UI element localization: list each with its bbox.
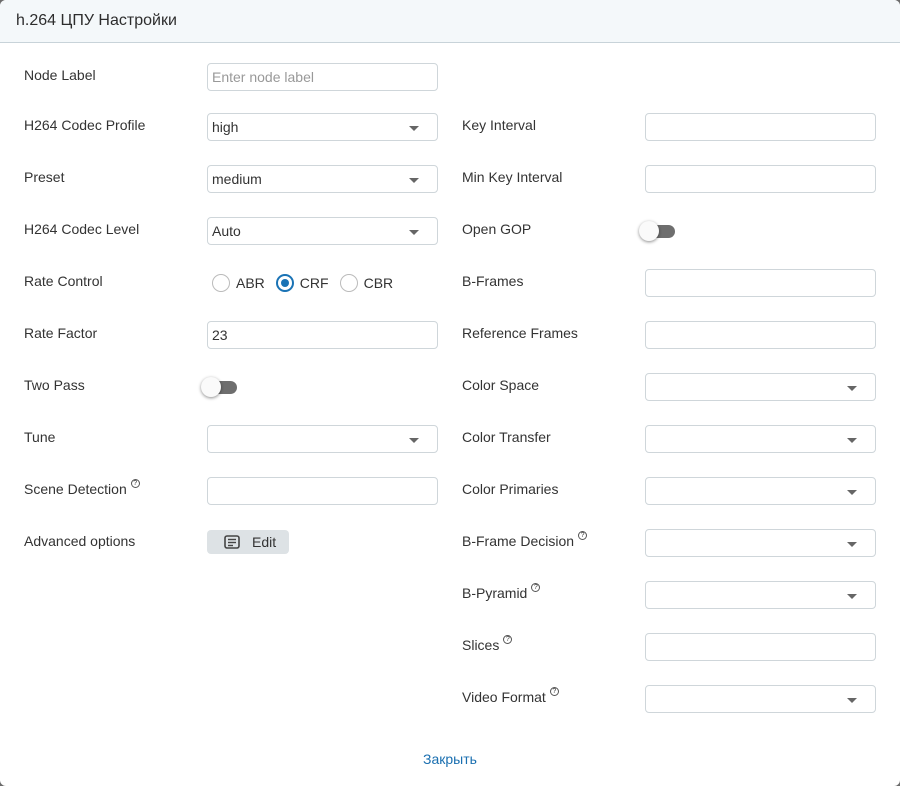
codec-profile-value: high [212,119,239,135]
rate-control-label: Rate Control [24,273,103,289]
node-label-label: Node Label [24,67,96,83]
scene-detection-input[interactable] [207,477,438,505]
radio-icon [339,274,358,292]
chevron-down-icon [409,126,419,131]
toggle-knob [201,377,221,397]
codec-profile-label: H264 Codec Profile [24,117,146,133]
video-format-text: Video Format [462,689,546,705]
tune-label: Tune [24,429,56,445]
rate-factor-input[interactable] [207,321,438,349]
reference-frames-input[interactable] [645,321,876,349]
b-frame-decision-select[interactable] [645,529,876,557]
rate-control-cbr[interactable]: CBR [335,274,394,292]
preset-select[interactable]: medium [207,165,438,193]
color-space-label: Color Space [462,377,540,393]
advanced-options-label: Advanced options [24,533,136,549]
chevron-down-icon [847,698,857,703]
dialog-title: h.264 ЦПУ Настройки [16,12,177,29]
min-key-interval-input[interactable] [645,165,876,193]
codec-level-select[interactable]: Auto [207,217,438,245]
close-button[interactable]: Закрыть [0,751,900,767]
color-transfer-select[interactable] [645,425,876,453]
color-transfer-label: Color Transfer [462,429,551,445]
video-format-label: Video Format ? [462,687,559,705]
rate-control-crf[interactable]: CRF [271,274,329,292]
chevron-down-icon [409,178,419,183]
two-pass-toggle[interactable] [201,377,237,397]
question-circle-icon[interactable]: ? [130,479,140,488]
b-frame-decision-label: B-Frame Decision ? [462,531,588,549]
preset-value: medium [212,171,262,187]
toggle-knob [639,221,659,241]
question-circle-icon[interactable]: ? [578,531,588,540]
radio-icon [212,274,230,292]
scene-detection-text: Scene Detection [24,481,127,497]
tune-select[interactable] [207,425,438,453]
question-circle-icon[interactable]: ? [503,635,513,644]
chevron-down-icon [409,438,419,443]
radio-label: CRF [299,275,329,291]
rate-factor-label: Rate Factor [24,325,98,341]
key-interval-label: Key Interval [462,117,536,133]
slices-label: Slices ? [462,635,513,653]
edit-button-label: Edit [252,534,277,550]
chevron-down-icon [847,386,857,391]
radio-selected-icon [275,274,294,292]
slices-input[interactable] [645,633,876,661]
color-space-select[interactable] [645,373,876,401]
settings-dialog: h.264 ЦПУ Настройки Node Label H264 Code… [0,0,900,786]
video-format-select[interactable] [645,685,876,713]
chevron-down-icon [847,594,857,599]
two-pass-label: Two Pass [24,377,85,393]
node-label-input[interactable] [207,63,438,91]
chevron-down-icon [409,230,419,235]
open-gop-toggle[interactable] [639,221,675,241]
scene-detection-label: Scene Detection ? [24,479,140,497]
codec-level-label: H264 Codec Level [24,221,140,237]
b-frames-input[interactable] [645,269,876,297]
color-primaries-select[interactable] [645,477,876,505]
preset-label: Preset [24,169,65,185]
dialog-header: h.264 ЦПУ Настройки [0,0,900,43]
key-interval-input[interactable] [645,113,876,141]
radio-label: CBR [363,275,394,291]
codec-level-value: Auto [212,223,241,239]
color-primaries-label: Color Primaries [462,481,559,497]
chevron-down-icon [847,438,857,443]
b-pyramid-select[interactable] [645,581,876,609]
chevron-down-icon [847,542,857,547]
rate-control-abr[interactable]: ABR [207,274,265,292]
reference-frames-label: Reference Frames [462,325,578,341]
question-circle-icon[interactable]: ? [549,687,559,696]
radio-label: ABR [236,275,265,291]
notes-icon [224,535,240,549]
edit-button[interactable]: Edit [207,530,289,554]
rate-control-group: ABR CRF CBR [207,269,399,297]
b-pyramid-text: B-Pyramid [462,585,528,601]
slices-text: Slices [462,637,500,653]
b-frames-label: B-Frames [462,273,524,289]
min-key-interval-label: Min Key Interval [462,169,563,185]
chevron-down-icon [847,490,857,495]
open-gop-label: Open GOP [462,221,532,237]
b-pyramid-label: B-Pyramid ? [462,583,541,601]
question-circle-icon[interactable]: ? [531,583,541,592]
b-frame-decision-text: B-Frame Decision [462,533,575,549]
codec-profile-select[interactable]: high [207,113,438,141]
